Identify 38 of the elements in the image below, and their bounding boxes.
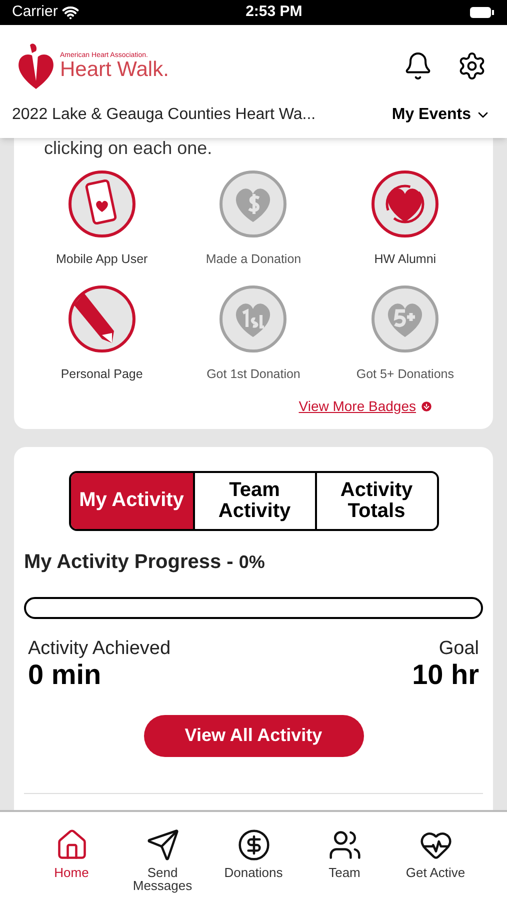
pencil-badge-icon[interactable] <box>68 284 136 353</box>
my-events-dropdown[interactable]: My Events <box>392 103 491 127</box>
carrier-label: Carrier <box>12 2 58 22</box>
achieved-label: Activity Achieved <box>28 638 171 658</box>
dollar-icon <box>236 828 270 862</box>
badge-label: Personal Page <box>60 366 143 383</box>
tab-bar-item[interactable]: Team <box>299 828 390 900</box>
tab-bar-item[interactable]: Get Active <box>390 828 481 900</box>
activity-tab[interactable]: Activity Totals <box>314 472 436 528</box>
badges-intro: clicking on each one. <box>43 138 214 158</box>
tab-bar-item[interactable]: Home <box>26 828 117 900</box>
progress-title: My Activity Progress - <box>24 550 234 574</box>
battery-icon <box>468 6 495 19</box>
goal-value: 10 hr <box>412 658 479 690</box>
badge-label: HW Alumni <box>374 251 436 268</box>
wifi-icon <box>62 4 79 21</box>
bell-icon[interactable] <box>403 51 433 81</box>
achieved-value: 0 min <box>28 658 102 690</box>
progress-percent: 0% <box>238 550 265 574</box>
tab-bar-item[interactable]: Donations <box>208 828 299 900</box>
tab-bar-item[interactable]: Send Messages <box>117 828 208 900</box>
view-more-badges-link[interactable]: View More Badges <box>298 396 416 416</box>
badge-label: Got 1st Donation <box>206 366 300 383</box>
view-all-activity-button[interactable]: View All Activity <box>144 714 364 756</box>
settings-icon[interactable] <box>457 51 487 81</box>
people-icon <box>328 828 362 862</box>
clock: 2:53 PM <box>246 2 302 22</box>
heart-badge-icon[interactable] <box>371 170 440 238</box>
badge-label: Got 5+ Donations <box>356 366 454 383</box>
goal-label: Goal <box>438 638 479 658</box>
paper-plane-icon <box>146 828 180 862</box>
event-title: 2022 Lake & Geauga Counties Heart Wa... <box>12 105 316 125</box>
phone-badge-icon[interactable] <box>68 170 136 238</box>
activity-tab[interactable]: My Activity <box>70 472 192 528</box>
badge-label: Made a Donation <box>206 251 302 268</box>
logo-title: Heart Walk. <box>60 59 169 80</box>
badge-label: Mobile App User <box>56 251 148 268</box>
heart-torch-logo-icon <box>16 41 56 91</box>
